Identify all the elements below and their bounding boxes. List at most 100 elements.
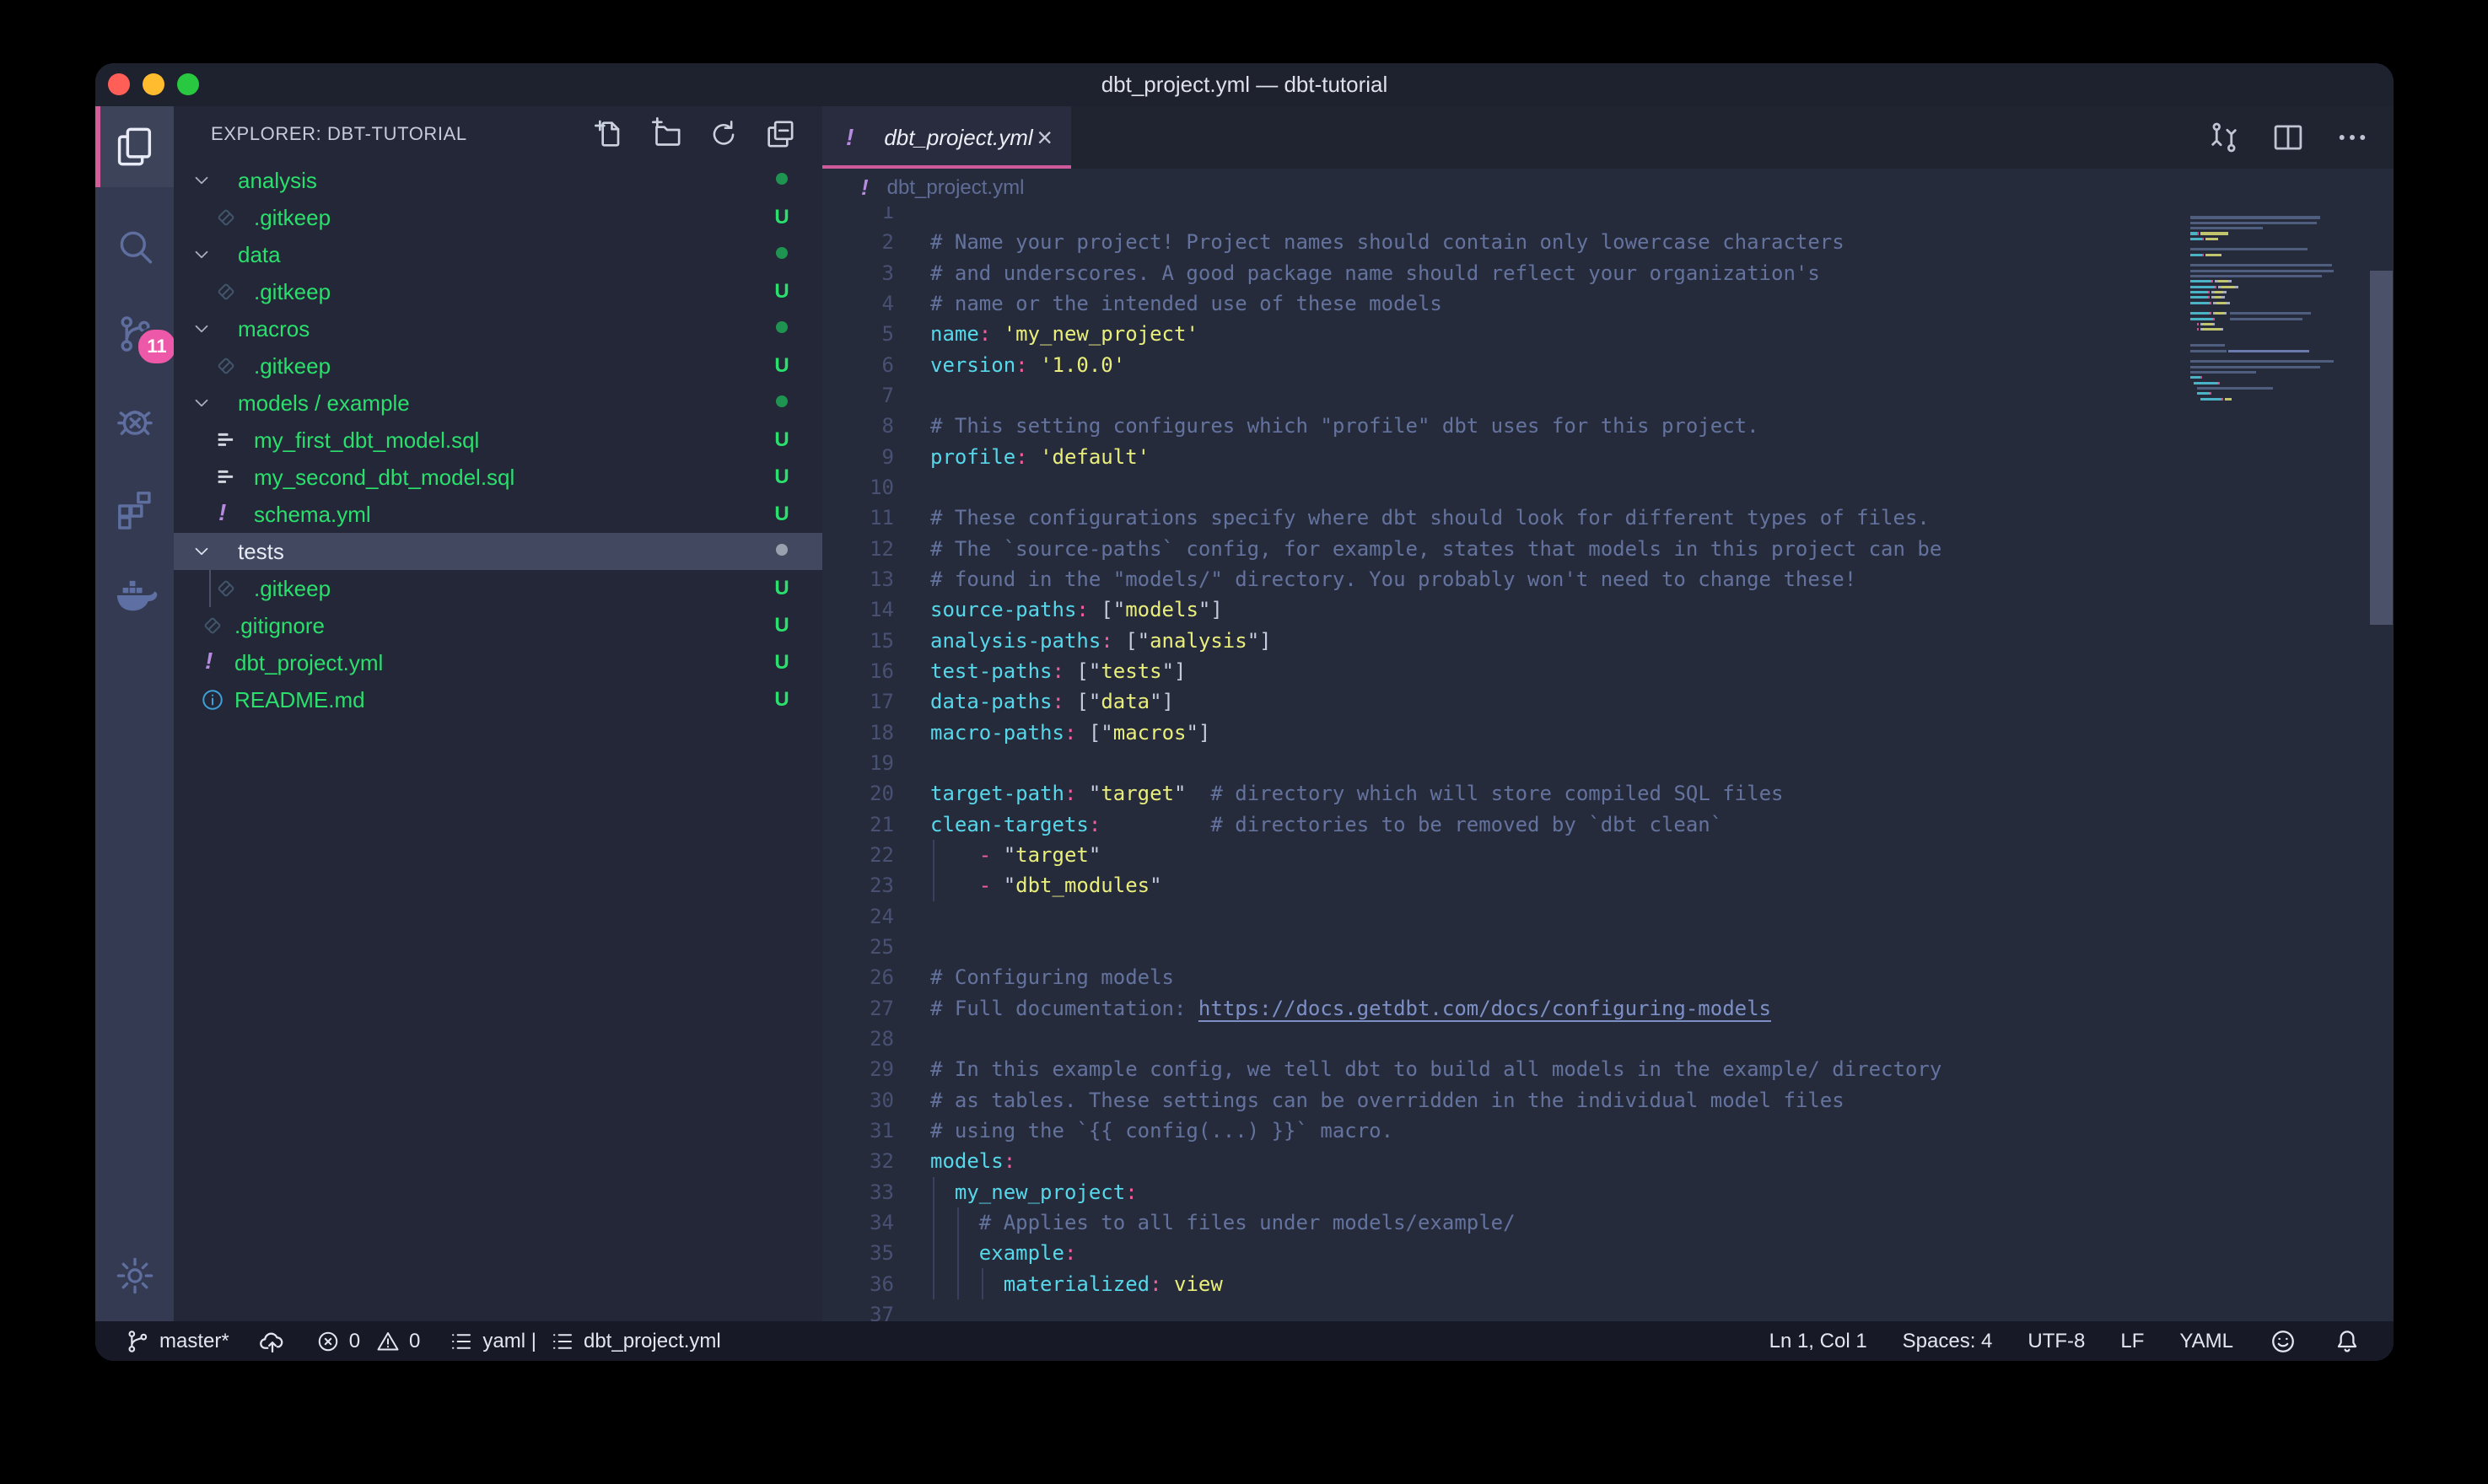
tree-item-dbt-project-yml[interactable]: !dbt_project.ymlU: [174, 644, 822, 681]
code-line-7[interactable]: 7: [822, 380, 2394, 411]
compare-changes-icon[interactable]: [2206, 120, 2242, 155]
split-editor-icon[interactable]: [2270, 120, 2306, 155]
notifications-bell-icon[interactable]: [2333, 1327, 2361, 1356]
code-line-14[interactable]: 14source-paths: ["models"]: [822, 594, 2394, 625]
close-window-button[interactable]: [108, 73, 130, 95]
debug-icon[interactable]: [95, 380, 174, 461]
code-line-9[interactable]: 9profile: 'default': [822, 442, 2394, 472]
tree-item-schema-yml[interactable]: !schema.ymlU: [174, 496, 822, 533]
code-line-5[interactable]: 5name: 'my_new_project': [822, 319, 2394, 349]
new-folder-icon[interactable]: [650, 117, 684, 151]
git-branch-status[interactable]: master*: [124, 1328, 229, 1355]
tree-item-macros[interactable]: macros: [174, 310, 822, 347]
code-line-19[interactable]: 19: [822, 748, 2394, 778]
indentation-setting[interactable]: Spaces: 4: [1903, 1330, 1993, 1353]
line-number: 25: [822, 935, 894, 959]
code-line-35[interactable]: 35 example:: [822, 1238, 2394, 1268]
code-line-10[interactable]: 10: [822, 472, 2394, 503]
code-line-12[interactable]: 12# The `source-paths` config, for examp…: [822, 534, 2394, 564]
eol-setting[interactable]: LF: [2120, 1330, 2144, 1353]
line-number: 27: [822, 997, 894, 1020]
line-number: 29: [822, 1057, 894, 1081]
code-line-18[interactable]: 18macro-paths: ["macros"]: [822, 718, 2394, 748]
code-line-4[interactable]: 4# name or the intended use of these mod…: [822, 288, 2394, 319]
code-line-27[interactable]: 27# Full documentation: https://docs.get…: [822, 993, 2394, 1024]
line-number: 13: [822, 567, 894, 591]
code-line-17[interactable]: 17data-paths: ["data"]: [822, 686, 2394, 717]
code-line-33[interactable]: 33 my_new_project:: [822, 1177, 2394, 1207]
collapse-all-icon[interactable]: [763, 117, 797, 151]
language-mode[interactable]: YAML: [2179, 1330, 2233, 1353]
minimap-line: [2190, 312, 2370, 315]
code-line-30[interactable]: 30# as tables. These settings can be ove…: [822, 1085, 2394, 1116]
tree-item--gitignore[interactable]: .gitignoreU: [174, 607, 822, 644]
encoding-setting[interactable]: UTF-8: [2028, 1330, 2085, 1353]
code-line-23[interactable]: 23 - "dbt_modules": [822, 870, 2394, 901]
docker-icon[interactable]: [95, 555, 174, 636]
line-text: macro-paths: ["macros"]: [930, 721, 1210, 745]
tree-item-analysis[interactable]: analysis: [174, 162, 822, 199]
tree-item--gitkeep[interactable]: .gitkeepU: [174, 273, 822, 310]
code-line-31[interactable]: 31# using the `{{ config(...) }}` macro.: [822, 1116, 2394, 1146]
code-line-26[interactable]: 26# Configuring models: [822, 962, 2394, 992]
search-icon[interactable]: [95, 207, 174, 288]
code-line-16[interactable]: 16test-paths: ["tests"]: [822, 656, 2394, 686]
tree-item-data[interactable]: data: [174, 236, 822, 273]
code-line-32[interactable]: 32models:: [822, 1146, 2394, 1176]
code-line-34[interactable]: 34 # Applies to all files under models/e…: [822, 1207, 2394, 1238]
zoom-window-button[interactable]: [177, 73, 199, 95]
tree-item--gitkeep[interactable]: .gitkeepU: [174, 347, 822, 384]
tree-item--gitkeep[interactable]: .gitkeepU: [174, 570, 822, 607]
settings-gear-icon[interactable]: [95, 1235, 174, 1316]
code-line-22[interactable]: 22 - "target": [822, 840, 2394, 870]
code-line-11[interactable]: 11# These configurations specify where d…: [822, 503, 2394, 533]
minimize-window-button[interactable]: [143, 73, 164, 95]
code-line-6[interactable]: 6version: '1.0.0': [822, 350, 2394, 380]
explorer-icon[interactable]: [95, 106, 174, 187]
minimap-line: [2190, 248, 2370, 250]
outline-file[interactable]: dbt_project.yml: [550, 1329, 721, 1354]
code-line-28[interactable]: 28: [822, 1024, 2394, 1054]
line-text: models:: [930, 1149, 1015, 1173]
code-line-13[interactable]: 13# found in the "models/" directory. Yo…: [822, 564, 2394, 594]
minimap[interactable]: [2189, 207, 2370, 1321]
tree-item-tests[interactable]: tests: [174, 533, 822, 570]
code-line-29[interactable]: 29# In this example config, we tell dbt …: [822, 1054, 2394, 1084]
code-lines[interactable]: 12# Name your project! Project names sho…: [822, 207, 2394, 1321]
tree-item-my-second-dbt-model-sql[interactable]: my_second_dbt_model.sqlU: [174, 459, 822, 496]
extensions-icon[interactable]: [95, 468, 174, 549]
tab-dbt-project-yml[interactable]: ! dbt_project.yml ×: [822, 106, 1071, 169]
more-actions-icon[interactable]: [2335, 120, 2370, 155]
git-file-icon: [213, 279, 239, 309]
code-line-37[interactable]: 37: [822, 1299, 2394, 1321]
tab-close-icon[interactable]: ×: [1037, 124, 1053, 151]
cursor-position[interactable]: Ln 1, Col 1: [1769, 1330, 1867, 1353]
sync-status[interactable]: [258, 1327, 287, 1356]
tree-item-readme-md[interactable]: README.mdU: [174, 681, 822, 718]
new-file-icon[interactable]: [593, 117, 627, 151]
problems-status[interactable]: 0 0: [315, 1329, 421, 1354]
tree-item--gitkeep[interactable]: .gitkeepU: [174, 199, 822, 236]
code-line-1[interactable]: 1: [822, 207, 2394, 227]
code-line-21[interactable]: 21clean-targets: # directories to be rem…: [822, 809, 2394, 840]
code-line-3[interactable]: 3# and underscores. A good package name …: [822, 258, 2394, 288]
feedback-smiley-icon[interactable]: [2269, 1327, 2297, 1356]
code-line-2[interactable]: 2# Name your project! Project names shou…: [822, 227, 2394, 257]
code-line-36[interactable]: 36 materialized: view: [822, 1268, 2394, 1298]
folder-status-dot: [769, 544, 794, 560]
tree-item-my-first-dbt-model-sql[interactable]: my_first_dbt_model.sqlU: [174, 422, 822, 459]
refresh-icon[interactable]: [708, 118, 740, 150]
code-line-20[interactable]: 20target-path: "target" # directory whic…: [822, 778, 2394, 809]
file-label: .gitkeep: [254, 576, 331, 602]
code-line-24[interactable]: 24: [822, 901, 2394, 932]
breadcrumb[interactable]: ! dbt_project.yml: [822, 169, 2394, 207]
code-line-25[interactable]: 25: [822, 932, 2394, 962]
source-control-icon[interactable]: 11: [95, 293, 174, 374]
outline-language[interactable]: yaml |: [449, 1329, 536, 1354]
code-line-15[interactable]: 15analysis-paths: ["analysis"]: [822, 626, 2394, 656]
scrollbar-thumb[interactable]: [2370, 271, 2393, 625]
tree-item-models-example[interactable]: models / example: [174, 384, 822, 422]
warning-count: 0: [409, 1330, 420, 1353]
code-line-8[interactable]: 8# This setting configures which "profil…: [822, 411, 2394, 441]
chevron-down-icon: [191, 169, 213, 196]
